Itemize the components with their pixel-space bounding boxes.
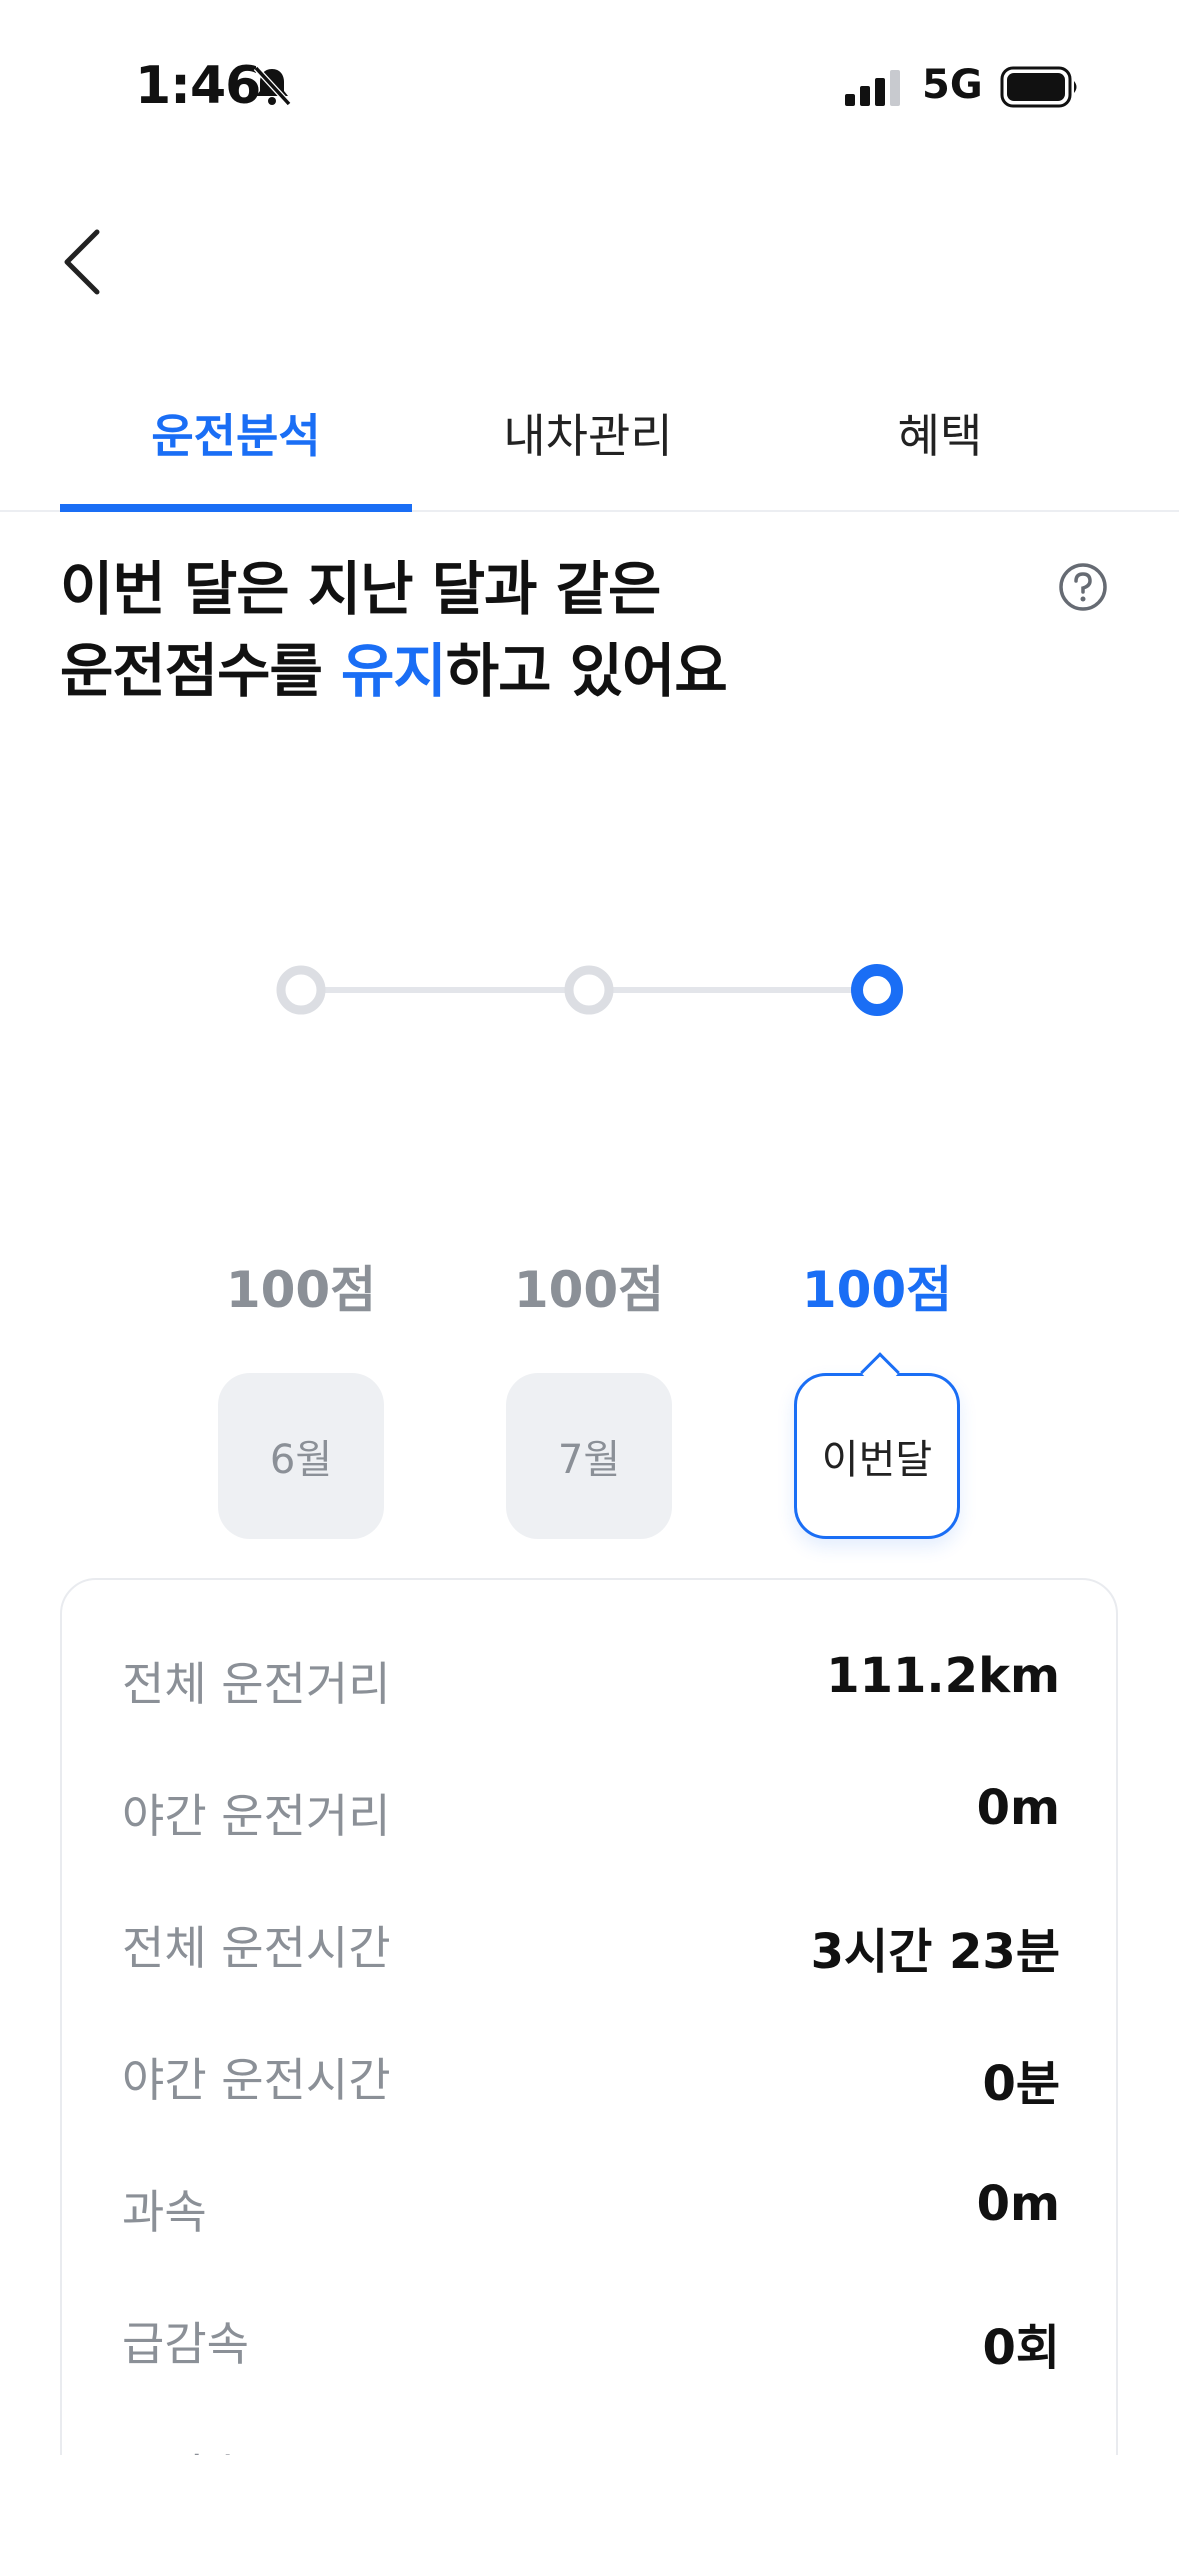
tab-indicator: [60, 504, 412, 512]
stat-value: 0m: [976, 2176, 1060, 2232]
bell-muted-icon: [253, 65, 292, 107]
score-label-june: 100점: [225, 1261, 377, 1319]
network-label: 5G: [922, 62, 983, 108]
pill-pointer: [860, 1352, 900, 1392]
help-icon[interactable]: [1058, 562, 1108, 612]
score-point-current: [851, 964, 903, 1016]
stat-row: 급감속 0회: [122, 2308, 1060, 2388]
driving-stats-card: 전체 운전거리 111.2km 야간 운전거리 0m 전체 운전시간 3시간 2…: [60, 1578, 1118, 2556]
headline-line2: 운전점수를 유지하고 있어요: [60, 630, 728, 712]
status-bar: 1:46 5G: [0, 0, 1179, 175]
month-label-june: 6월: [269, 1437, 333, 1483]
stat-row: 전체 운전거리 111.2km: [122, 1648, 1060, 1728]
stat-label: 전체 운전거리: [122, 1657, 391, 1711]
tab-driving-analysis[interactable]: 운전분석: [60, 400, 412, 466]
stat-row: 과속 0m: [122, 2176, 1060, 2256]
month-pill-current[interactable]: 이번달: [794, 1352, 960, 1539]
score-point-june: [276, 965, 326, 1015]
signal-icon: [845, 70, 900, 106]
headline-line1: 이번 달은 지난 달과 같은: [60, 555, 661, 623]
stat-label: 전체 운전시간: [122, 1921, 391, 1975]
stat-value: 3시간 23분: [810, 1924, 1060, 1980]
headline-suffix: 하고 있어요: [445, 637, 728, 705]
stat-row: 야간 운전거리 0m: [122, 1780, 1060, 1860]
stat-row: 야간 운전시간 0분: [122, 2044, 1060, 2124]
tab-my-car[interactable]: 내차관리: [412, 400, 764, 466]
score-point-july: [564, 965, 614, 1015]
stat-label: 급감속: [122, 2317, 249, 2371]
tab-benefits[interactable]: 혜택: [764, 400, 1116, 466]
stat-row: 전체 운전시간 3시간 23분: [122, 1912, 1060, 1992]
score-label-july: 100점: [513, 1261, 665, 1319]
month-label-july: 7월: [557, 1437, 621, 1483]
score-label-current: 100점: [801, 1261, 953, 1319]
stat-value: 0회: [982, 2320, 1060, 2376]
stat-label: 과속: [122, 2185, 207, 2239]
headline-prefix: 운전점수를: [60, 637, 341, 705]
score-trend-line: [276, 964, 903, 1016]
month-pill-july[interactable]: 7월: [506, 1373, 672, 1539]
month-pill-june[interactable]: 6월: [218, 1373, 384, 1539]
status-time: 1:46: [135, 56, 261, 116]
stat-value: 111.2km: [826, 1648, 1060, 1704]
tab-bar: 운전분석 내차관리 혜택: [0, 370, 1179, 512]
headline-highlight: 유지: [341, 637, 447, 705]
stat-label: 야간 운전시간: [122, 2053, 391, 2107]
bottom-mask: [0, 2455, 1179, 2556]
stat-value: 0분: [982, 2056, 1060, 2112]
back-button[interactable]: [55, 222, 115, 302]
stat-value: 0m: [976, 1780, 1060, 1836]
battery-icon: [1000, 66, 1077, 108]
month-label-current: 이번달: [821, 1437, 933, 1483]
page-headline: 이번 달은 지난 달과 같은 운전점수를 유지하고 있어요: [60, 548, 728, 712]
stat-label: 야간 운전거리: [122, 1789, 391, 1843]
